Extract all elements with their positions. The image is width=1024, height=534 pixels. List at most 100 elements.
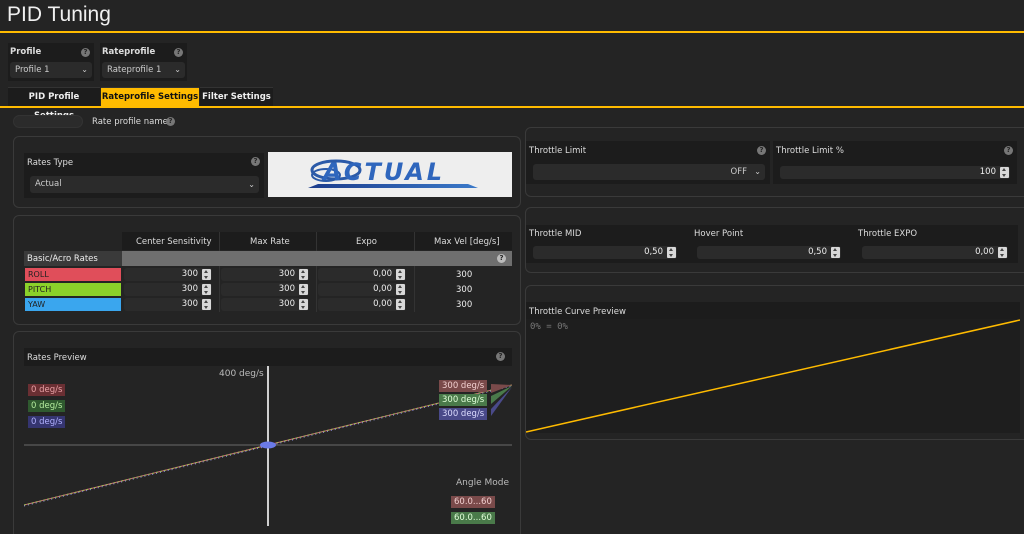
- axis-label-roll: ROLL: [25, 268, 121, 281]
- spinner-icon[interactable]: [396, 299, 405, 310]
- axis-label-pitch: PITCH: [25, 283, 121, 296]
- yaw-left-value: 0 deg/s: [28, 416, 66, 428]
- axis-label-yaw: YAW: [25, 298, 121, 311]
- roll-expo-input[interactable]: 0,00: [318, 268, 406, 281]
- rateprofile-label: Rateprofile: [102, 47, 156, 57]
- profile-selector-box: Profile ? Profile 1 ⌄: [8, 43, 94, 81]
- throttle-mid-header: [526, 225, 1018, 242]
- roll-expo-value: 0,00: [373, 269, 392, 279]
- spinner-icon[interactable]: [202, 299, 211, 310]
- spinner-icon[interactable]: [396, 269, 405, 280]
- spinner-icon[interactable]: [299, 284, 308, 295]
- column-header-max-vel: Max Vel [deg/s]: [434, 237, 500, 247]
- column-divider: [219, 232, 220, 312]
- roll-max-vel: 300: [456, 270, 473, 280]
- spinner-icon[interactable]: [667, 247, 676, 258]
- throttle-limit-percent-label: Throttle Limit %: [776, 146, 844, 156]
- roll-right-value: 300 deg/s: [439, 380, 488, 392]
- spinner-icon[interactable]: [202, 269, 211, 280]
- tab-rateprofile-settings[interactable]: Rateprofile Settings: [101, 87, 199, 106]
- yaw-expo-value: 0,00: [373, 299, 392, 309]
- pitch-expo-input[interactable]: 0,00: [318, 283, 406, 296]
- rates-preview-header: [24, 348, 512, 366]
- tab-pid-profile-settings[interactable]: PID Profile Settings: [8, 87, 100, 121]
- roll-center-sensitivity-input[interactable]: 300: [124, 268, 212, 281]
- throttle-curve-line: [526, 319, 1020, 433]
- rates-type-label: Rates Type: [27, 158, 74, 168]
- spinner-icon[interactable]: [299, 269, 308, 280]
- help-icon[interactable]: ?: [81, 48, 90, 57]
- column-header-expo: Expo: [356, 237, 377, 247]
- help-icon[interactable]: ?: [497, 254, 506, 263]
- rates-type-logo-text: ACTUAL: [323, 158, 446, 186]
- throttle-limit-percent-value: 100: [979, 167, 996, 177]
- pitch-max-rate-value: 300: [278, 284, 295, 294]
- hover-point-input[interactable]: 0,50: [697, 246, 841, 259]
- pitch-angle-value: 60.0...60: [451, 512, 495, 524]
- rateprofile-selector-box: Rateprofile ? Rateprofile 1 ⌄: [100, 43, 187, 81]
- help-icon[interactable]: ?: [174, 48, 183, 57]
- column-divider: [316, 232, 317, 312]
- chevron-down-icon: ⌄: [174, 65, 181, 74]
- tab-filter-settings[interactable]: Filter Settings: [200, 87, 273, 106]
- pitch-left-value: 0 deg/s: [28, 400, 66, 412]
- pitch-max-rate-input[interactable]: 300: [221, 283, 309, 296]
- pitch-center-value: 300: [181, 284, 198, 294]
- pitch-expo-value: 0,00: [373, 284, 392, 294]
- roll-max-rate-input[interactable]: 300: [221, 268, 309, 281]
- chevron-down-icon: ⌄: [754, 167, 761, 176]
- pitch-max-vel: 300: [456, 285, 473, 295]
- spinner-icon[interactable]: [299, 299, 308, 310]
- spinner-icon[interactable]: [1000, 167, 1009, 178]
- yaw-expo-input[interactable]: 0,00: [318, 298, 406, 311]
- spinner-icon[interactable]: [831, 247, 840, 258]
- rates-preview-title: Rates Preview: [27, 353, 87, 363]
- throttle-expo-label: Throttle EXPO: [858, 229, 918, 239]
- profile-select-value: Profile 1: [15, 65, 50, 75]
- profile-label: Profile: [10, 47, 42, 57]
- help-icon[interactable]: ?: [251, 157, 260, 166]
- tab-divider: [0, 106, 1024, 108]
- throttle-limit-percent-input[interactable]: 100: [780, 166, 1010, 179]
- throttle-mid-input[interactable]: 0,50: [533, 246, 677, 259]
- throttle-limit-select[interactable]: OFF ⌄: [533, 164, 765, 180]
- pitch-right-value: 300 deg/s: [439, 394, 488, 406]
- rates-type-select[interactable]: Actual ⌄: [30, 176, 259, 193]
- rateprofile-select[interactable]: Rateprofile 1 ⌄: [102, 62, 185, 78]
- yaw-max-rate-value: 300: [278, 299, 295, 309]
- spinner-icon[interactable]: [396, 284, 405, 295]
- spinner-icon[interactable]: [202, 284, 211, 295]
- yaw-max-rate-input[interactable]: 300: [221, 298, 309, 311]
- throttle-mid-value: 0,50: [644, 247, 663, 257]
- roll-center-value: 300: [181, 269, 198, 279]
- help-icon[interactable]: ?: [166, 117, 175, 126]
- column-header-center-sensitivity: Center Sensitivity: [136, 237, 212, 247]
- chevron-down-icon: ⌄: [81, 65, 88, 74]
- spinner-icon[interactable]: [998, 247, 1007, 258]
- throttle-expo-input[interactable]: 0,00: [862, 246, 1008, 259]
- chevron-down-icon: ⌄: [248, 180, 255, 189]
- help-icon[interactable]: ?: [496, 352, 505, 361]
- throttle-limit-value: OFF: [730, 167, 747, 177]
- rates-type-value: Actual: [35, 179, 62, 189]
- throttle-curve-graph: [526, 319, 1020, 433]
- help-icon[interactable]: ?: [757, 146, 766, 155]
- column-header-max-rate: Max Rate: [250, 237, 290, 247]
- profile-select[interactable]: Profile 1 ⌄: [10, 62, 92, 78]
- throttle-expo-value: 0,00: [975, 247, 994, 257]
- angle-mode-label: Angle Mode: [456, 478, 509, 488]
- column-divider: [414, 232, 415, 312]
- rate-profile-name-input[interactable]: [13, 115, 83, 128]
- pitch-center-sensitivity-input[interactable]: 300: [124, 283, 212, 296]
- roll-max-rate-value: 300: [278, 269, 295, 279]
- page-title: PID Tuning: [7, 3, 111, 26]
- yaw-center-sensitivity-input[interactable]: 300: [124, 298, 212, 311]
- throttle-curve-title: Throttle Curve Preview: [529, 307, 626, 317]
- rates-section-label: Basic/Acro Rates: [27, 254, 98, 264]
- yaw-right-value: 300 deg/s: [439, 408, 488, 420]
- throttle-mid-label: Throttle MID: [529, 229, 582, 239]
- rate-profile-name-label: Rate profile name: [92, 117, 168, 127]
- help-icon[interactable]: ?: [1004, 146, 1013, 155]
- hover-point-value: 0,50: [808, 247, 827, 257]
- yaw-max-vel: 300: [456, 300, 473, 310]
